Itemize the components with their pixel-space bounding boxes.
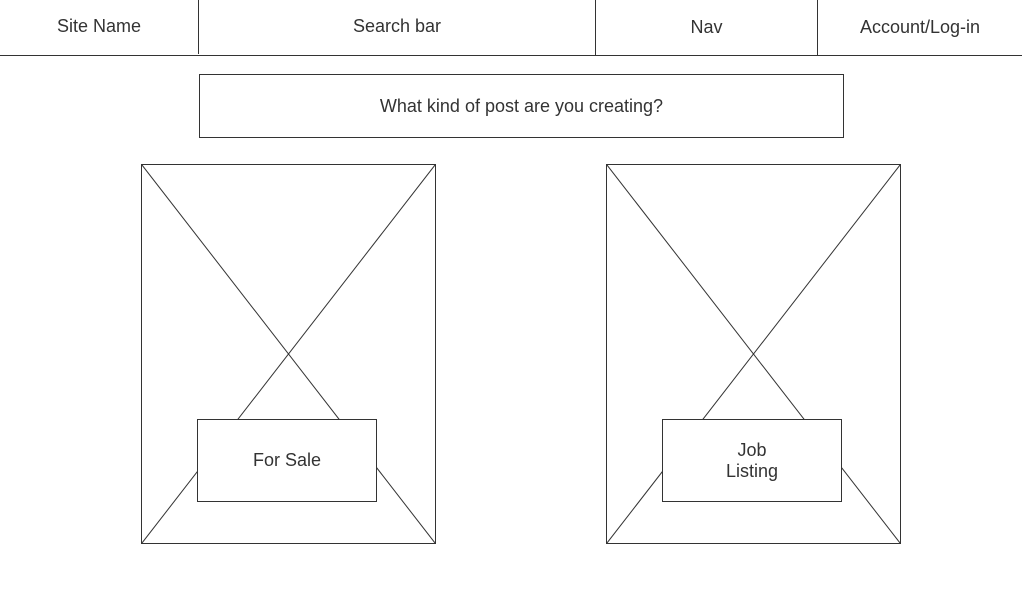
for-sale-label: For Sale [252,450,322,470]
job-listing-label-line: Job [737,439,767,460]
job-listing-label-line: Listing [725,460,779,481]
for-sale-card[interactable]: For Sale [141,164,436,544]
nav-menu[interactable]: Nav [595,0,817,55]
job-listing-label: Job Listing [726,440,778,482]
site-name[interactable]: Site Name [0,0,198,54]
post-type-prompt: What kind of post are you creating? [199,74,844,138]
job-listing-card[interactable]: Job Listing [606,164,901,544]
search-bar[interactable]: Search bar [198,0,595,54]
for-sale-button[interactable]: For Sale [197,419,377,502]
account-login-link[interactable]: Account/Log-in [817,0,1022,55]
job-listing-button[interactable]: Job Listing [662,419,842,502]
header-bar: Site Name Search bar Nav Account/Log-in [0,0,1022,56]
